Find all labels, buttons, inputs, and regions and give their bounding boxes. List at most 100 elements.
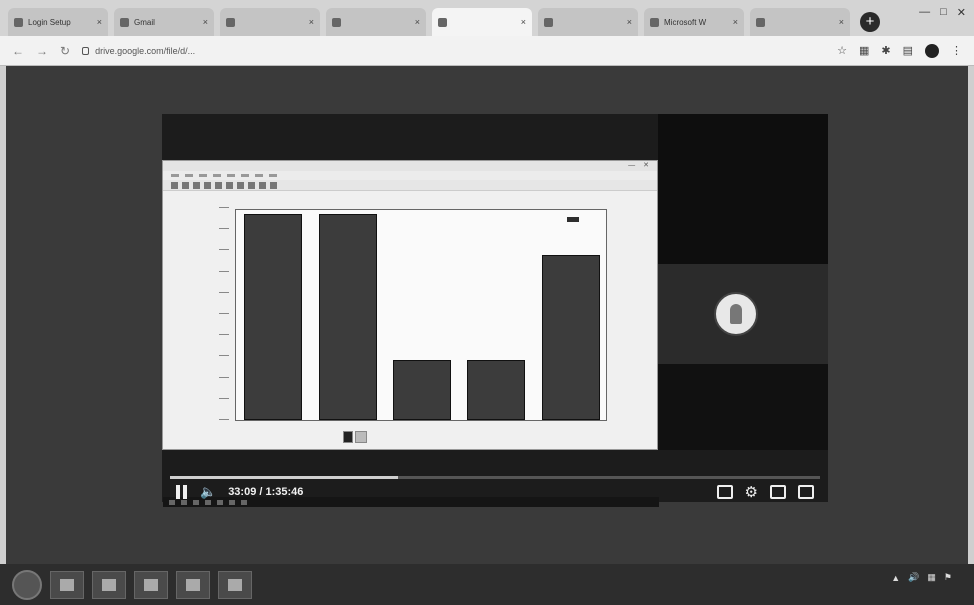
chart-legend [567, 217, 582, 222]
browser-tab[interactable]: Login Setup × [8, 8, 108, 36]
chart-bar [244, 214, 303, 420]
y-tick [219, 419, 229, 420]
speaker-icon[interactable]: 🔊 [908, 572, 919, 583]
video-player[interactable]: — ✕ 🔈 33:09 / 1:35:46 ⚙ [162, 114, 828, 507]
chart-bar [467, 360, 526, 420]
browser-tab[interactable]: × [220, 8, 320, 36]
extension-icon[interactable]: ▦ [859, 44, 869, 57]
sidebar-icon[interactable]: ▤ [903, 44, 913, 57]
taskbar-app-other[interactable] [218, 570, 252, 599]
gear-icon[interactable]: ⚙ [745, 483, 758, 501]
y-tick [219, 355, 229, 357]
window-controls: — □ ✕ [919, 6, 966, 19]
y-tick [219, 397, 229, 399]
pause-icon[interactable] [176, 485, 188, 499]
flag-icon[interactable]: ⚑ [944, 572, 952, 583]
browser-tab[interactable]: × [432, 8, 532, 36]
star-icon[interactable]: ☆ [837, 44, 847, 57]
tab-close-icon[interactable]: × [839, 17, 844, 27]
captions-icon[interactable] [716, 485, 733, 499]
maximize-icon[interactable]: □ [940, 6, 947, 19]
participant-avatar [714, 292, 758, 336]
new-tab-button[interactable]: + [860, 12, 880, 32]
chart-bar [393, 360, 451, 420]
url-field[interactable]: drive.google.com/file/d/... [82, 41, 825, 61]
tab-favicon-icon [226, 17, 235, 27]
y-tick [219, 291, 229, 293]
browser-tab[interactable]: × [326, 8, 426, 36]
tab-strip: Login Setup × Gmail × × × × × Microsoft W × × + — □… [0, 0, 974, 36]
fullscreen-icon[interactable] [798, 485, 814, 499]
profile-avatar[interactable] [925, 43, 939, 58]
shared-title-bar: — ✕ [163, 161, 657, 171]
tab-close-icon[interactable]: × [521, 17, 526, 27]
network-icon[interactable]: ▦ [927, 572, 936, 583]
tab-title: Gmail [134, 17, 155, 27]
volume-icon[interactable]: 🔈 [200, 484, 216, 500]
tab-title: Login Setup [28, 17, 71, 27]
y-tick [219, 228, 229, 230]
time-display: 33:09 / 1:35:46 [228, 486, 304, 498]
y-tick [219, 376, 229, 378]
chart-bar [541, 255, 600, 420]
tab-favicon-icon [14, 17, 23, 27]
stop-sharing-button [355, 431, 367, 443]
browser-tab[interactable]: × [750, 8, 850, 36]
toolbar-icons: ☆ ▦ ✱ ▤ ⋮ [837, 43, 962, 58]
shared-close-icon: ✕ [643, 162, 649, 169]
screen: Login Setup × Gmail × × × × × Microsoft W × × + — □… [0, 0, 974, 605]
forward-icon[interactable]: → [36, 44, 48, 58]
taskbar-app-media[interactable] [134, 570, 168, 599]
menu-icon[interactable]: ⋮ [951, 44, 962, 57]
tab-close-icon[interactable]: × [97, 17, 102, 27]
tray-arrow-icon[interactable]: ▲ [891, 573, 900, 583]
tab-close-icon[interactable]: × [627, 17, 632, 27]
progress-bar[interactable] [170, 476, 820, 479]
participant-tile-empty [658, 114, 828, 264]
tab-favicon-icon [438, 17, 447, 27]
taskbar-app-store[interactable] [176, 570, 210, 599]
tab-title: Microsoft W [664, 17, 707, 27]
browser-tab[interactable]: × [538, 8, 638, 36]
browser-tab[interactable]: Microsoft W × [644, 8, 744, 36]
player-controls: 🔈 33:09 / 1:35:46 ⚙ [162, 482, 828, 502]
chart-bar [318, 214, 377, 420]
tab-close-icon[interactable]: × [309, 17, 314, 27]
tab-favicon-icon [120, 17, 129, 27]
tab-close-icon[interactable]: × [733, 17, 738, 27]
minimize-icon[interactable]: — [919, 6, 930, 19]
close-icon[interactable]: ✕ [957, 6, 966, 19]
taskbar-app-explorer[interactable] [50, 570, 84, 599]
reload-icon[interactable]: ↻ [60, 44, 70, 58]
sharing-notice [343, 431, 353, 443]
os-taskbar: ▲ 🔊 ▦ ⚑ [0, 564, 974, 605]
drive-viewer: — ✕ 🔈 33:09 / 1:35:46 ⚙ [6, 66, 968, 564]
tab-close-icon[interactable]: × [203, 17, 208, 27]
browser-tab[interactable]: Gmail × [114, 8, 214, 36]
shared-screen-window: — ✕ [162, 160, 659, 507]
y-tick [219, 249, 229, 251]
tab-favicon-icon [650, 17, 659, 27]
lock-icon [82, 46, 90, 55]
shared-menu-bar [163, 171, 657, 180]
taskbar-app-browser[interactable] [92, 570, 126, 599]
shared-bottom-bar [343, 431, 367, 443]
legend-swatch [567, 217, 579, 222]
tab-favicon-icon [544, 17, 553, 27]
address-bar: ← → ↻ drive.google.com/file/d/... ☆ ▦ ✱ … [0, 36, 974, 66]
puzzle-icon[interactable]: ✱ [881, 44, 890, 57]
back-icon[interactable]: ← [12, 44, 24, 58]
miniplayer-icon[interactable] [770, 485, 786, 499]
shared-minimize-icon: — [628, 162, 636, 169]
tab-favicon-icon [756, 17, 765, 27]
progress-fill [170, 476, 398, 479]
start-button[interactable] [12, 569, 42, 600]
shared-toolbar [163, 180, 657, 191]
tab-close-icon[interactable]: × [415, 17, 420, 27]
url-text: drive.google.com/file/d/... [95, 45, 196, 56]
y-tick [219, 207, 229, 208]
y-tick [219, 334, 229, 336]
y-tick [219, 313, 229, 314]
participant-tile [658, 264, 828, 364]
system-tray: ▲ 🔊 ▦ ⚑ [891, 572, 960, 583]
